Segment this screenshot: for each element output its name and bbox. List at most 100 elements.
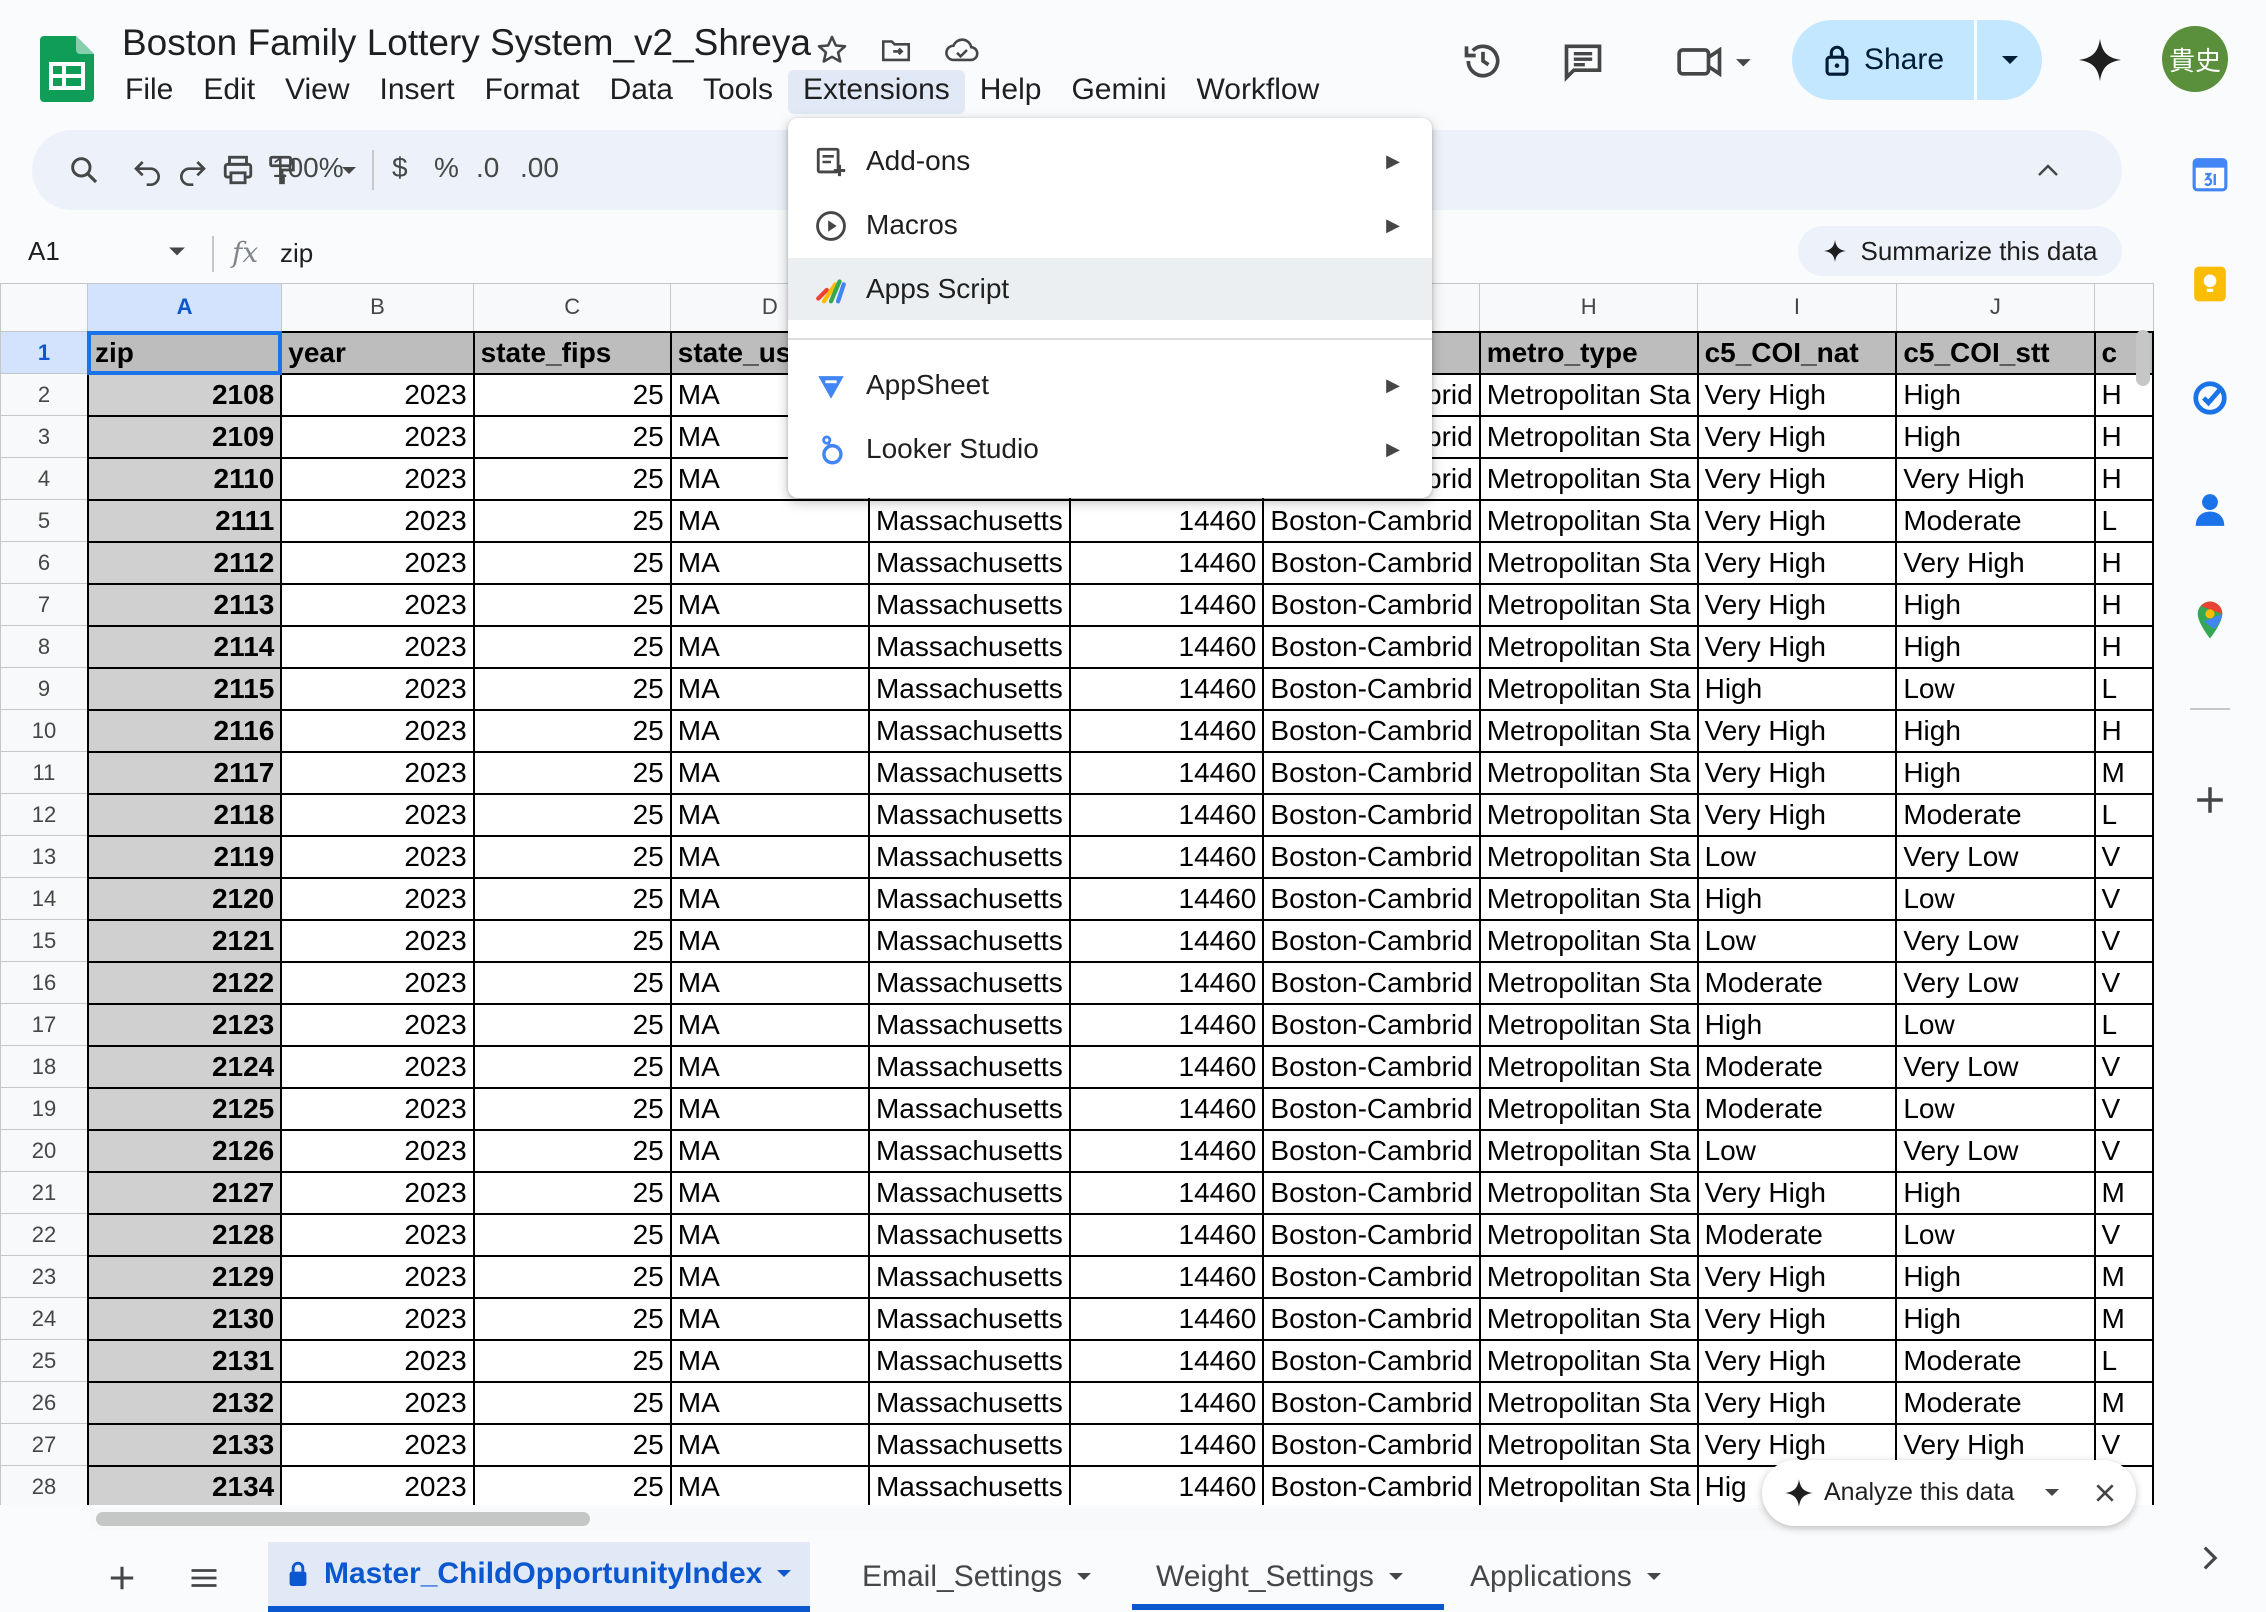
grid-cell[interactable]: Metropolitan Sta [1478, 582, 1699, 627]
grid-cell[interactable]: 25 [472, 792, 672, 837]
grid-cell[interactable]: Metropolitan Sta [1478, 1212, 1699, 1257]
grid-cell[interactable]: Massachusetts [867, 498, 1071, 543]
grid-cell[interactable]: 2123 [86, 1002, 283, 1047]
grid-cell[interactable]: Boston-Cambrid [1262, 1002, 1481, 1047]
grid-cell[interactable]: V [2093, 1044, 2154, 1089]
grid-cell[interactable]: Metropolitan Sta [1478, 1044, 1699, 1089]
grid-cell[interactable]: Very High [1696, 1254, 1898, 1299]
grid-cell[interactable]: Very High [1696, 708, 1898, 753]
grid-cell[interactable]: 25 [472, 1212, 672, 1257]
grid-cell[interactable]: Low [1895, 1086, 2096, 1131]
grid-cell[interactable]: metro_type [1478, 330, 1699, 375]
row-header[interactable]: 22 [0, 1213, 89, 1256]
menu-help[interactable]: Help [965, 70, 1057, 114]
grid-cell[interactable]: 2118 [86, 792, 283, 837]
grid-cell[interactable]: 2023 [280, 1380, 475, 1425]
row-header[interactable]: 6 [0, 541, 89, 584]
grid-cell[interactable]: Massachusetts [867, 834, 1071, 879]
row-header[interactable]: 13 [0, 835, 89, 878]
grid-cell[interactable]: Boston-Cambrid [1262, 1338, 1481, 1383]
grid-cell[interactable]: Metropolitan Sta [1478, 708, 1699, 753]
grid-cell[interactable]: Boston-Cambrid [1262, 582, 1481, 627]
grid-cell[interactable]: 2023 [280, 582, 475, 627]
grid-cell[interactable]: 2130 [86, 1296, 283, 1341]
column-header[interactable]: I [1697, 283, 1897, 332]
grid-cell[interactable]: 2126 [86, 1128, 283, 1173]
cloud-saved-icon[interactable] [938, 28, 986, 72]
grid-cell[interactable]: Very Low [1895, 960, 2096, 1005]
grid-cell[interactable]: Massachusetts [867, 708, 1071, 753]
grid-cell[interactable]: Very High [1696, 372, 1898, 417]
grid-cell[interactable]: c5_COI_stt [1895, 330, 2096, 375]
grid-cell[interactable]: 14460 [1068, 1002, 1265, 1047]
grid-cell[interactable]: 14460 [1068, 1380, 1265, 1425]
grid-cell[interactable]: High [1895, 708, 2096, 753]
grid-cell[interactable]: Metropolitan Sta [1478, 1464, 1699, 1505]
grid-cell[interactable]: High [1696, 666, 1898, 711]
grid-cell[interactable]: 25 [472, 1086, 672, 1131]
sheet-tab-weight-settings[interactable]: Weight_Settings [1138, 1542, 1422, 1612]
all-sheets-icon[interactable] [182, 1556, 226, 1600]
grid-cell[interactable]: 2119 [86, 834, 283, 879]
row-header[interactable]: 7 [0, 583, 89, 626]
grid-cell[interactable]: 2111 [86, 498, 283, 543]
meet-video-icon[interactable] [1664, 34, 1764, 88]
grid-cell[interactable]: 2120 [86, 876, 283, 921]
row-header[interactable]: 20 [0, 1129, 89, 1172]
menu-view[interactable]: View [270, 70, 364, 114]
grid-cell[interactable]: MA [669, 1254, 870, 1299]
grid-cell[interactable]: 2023 [280, 1212, 475, 1257]
grid-cell[interactable]: 2108 [86, 372, 283, 417]
grid-cell[interactable]: 2133 [86, 1422, 283, 1467]
grid-cell[interactable]: 2117 [86, 750, 283, 795]
grid-cell[interactable]: Massachusetts [867, 1338, 1071, 1383]
row-header[interactable]: 26 [0, 1381, 89, 1424]
grid-cell[interactable]: Boston-Cambrid [1262, 1422, 1481, 1467]
grid-cell[interactable]: Very Low [1895, 834, 2096, 879]
select-all-corner[interactable] [0, 283, 89, 332]
grid-cell[interactable]: 25 [472, 1464, 672, 1505]
grid-cell[interactable]: Very High [1696, 1338, 1898, 1383]
grid-cell[interactable]: H [2093, 456, 2154, 501]
grid-cell[interactable]: 2023 [280, 372, 475, 417]
grid-cell[interactable]: MA [669, 540, 870, 585]
grid-cell[interactable]: 2124 [86, 1044, 283, 1089]
grid-cell[interactable]: V [2093, 876, 2154, 921]
row-header[interactable]: 5 [0, 499, 89, 542]
grid-cell[interactable]: MA [669, 876, 870, 921]
chevron-right-icon[interactable] [2188, 1536, 2232, 1580]
grid-cell[interactable]: MA [669, 1296, 870, 1341]
menu-file[interactable]: File [110, 70, 188, 114]
row-header[interactable]: 18 [0, 1045, 89, 1088]
grid-cell[interactable]: L [2093, 666, 2154, 711]
sheet-tab-master[interactable]: Master_ChildOpportunityIndex [268, 1542, 811, 1612]
grid-cell[interactable]: Metropolitan Sta [1478, 834, 1699, 879]
grid-cell[interactable]: 2023 [280, 498, 475, 543]
grid-cell[interactable]: Metropolitan Sta [1478, 918, 1699, 963]
maps-icon[interactable] [2188, 598, 2232, 642]
increase-decimal-button[interactable]: .00 [520, 152, 559, 184]
grid-cell[interactable]: Very High [1696, 1296, 1898, 1341]
grid-cell[interactable]: High [1696, 876, 1898, 921]
menu-edit[interactable]: Edit [188, 70, 270, 114]
grid-cell[interactable]: Massachusetts [867, 1002, 1071, 1047]
grid-cell[interactable]: Very High [1696, 456, 1898, 501]
grid-cell[interactable]: Moderate [1895, 1338, 2096, 1383]
grid-cell[interactable]: Massachusetts [867, 582, 1071, 627]
column-header[interactable]: H [1479, 283, 1699, 332]
grid-cell[interactable]: 2131 [86, 1338, 283, 1383]
close-icon[interactable] [2094, 1482, 2116, 1504]
grid-cell[interactable]: Metropolitan Sta [1478, 540, 1699, 585]
column-header[interactable]: B [280, 283, 475, 332]
grid-cell[interactable]: 25 [472, 1044, 672, 1089]
menu-item-apps-script[interactable]: Apps Script [788, 258, 1432, 320]
grid-cell[interactable]: H [2093, 708, 2154, 753]
grid-cell[interactable]: 25 [472, 1296, 672, 1341]
grid-cell[interactable]: 25 [472, 414, 672, 459]
grid-cell[interactable]: zip [86, 330, 283, 375]
grid-cell[interactable]: Boston-Cambrid [1262, 1044, 1481, 1089]
grid-cell[interactable]: 14460 [1068, 876, 1265, 921]
grid-cell[interactable]: MA [669, 582, 870, 627]
grid-cell[interactable]: 2023 [280, 834, 475, 879]
grid-cell[interactable]: 2132 [86, 1380, 283, 1425]
